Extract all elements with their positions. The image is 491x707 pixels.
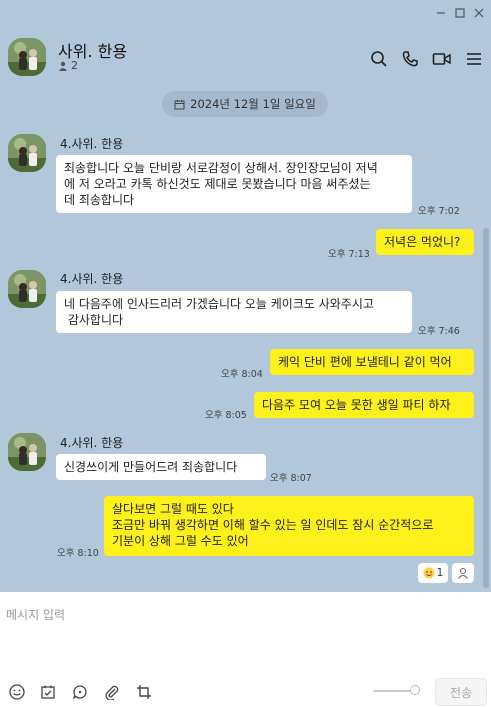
maximize-icon[interactable] (451, 5, 469, 21)
message-bubble[interactable]: 케익 단비 편에 보낼테니 같이 먹어 (270, 349, 474, 375)
smile-reaction-icon (423, 567, 435, 579)
message-bubble[interactable]: 살다보면 그럴 때도 있다 조금만 바꿔 생각하면 이해 할수 있는 일 인데도… (104, 496, 474, 556)
search-icon[interactable] (368, 48, 390, 70)
message-time: 오후 8:04 (221, 369, 263, 380)
message-bubble[interactable]: 다음주 모여 오늘 못한 생일 파티 하자 (254, 392, 474, 418)
message-time: 오후 8:05 (205, 410, 247, 421)
message-time: 오후 7:02 (418, 206, 460, 217)
emoji-icon[interactable] (7, 682, 27, 702)
message-bubble[interactable]: 저녁은 먹었니? (376, 229, 474, 255)
calendar-icon (174, 99, 185, 109)
slider-knob[interactable] (410, 685, 420, 695)
close-icon[interactable] (470, 5, 488, 21)
chat-bubble-icon[interactable] (70, 682, 90, 702)
reaction-badge[interactable]: 1 (418, 563, 448, 583)
scrollbar[interactable] (483, 228, 489, 588)
person-icon[interactable] (452, 563, 474, 583)
avatar[interactable] (8, 270, 46, 308)
date-divider: 2024년 12월 1일 일요일 (162, 91, 328, 117)
sender-name: 4.사위. 한용 (60, 436, 124, 450)
sender-name: 4.사위. 한용 (60, 137, 124, 151)
message-bubble[interactable]: 네 다음주에 인사드리러 가겠습니다 오늘 케이크도 사와주시고 감사합니다 (56, 291, 412, 333)
members-icon (59, 61, 67, 71)
calendar-check-icon[interactable] (38, 682, 58, 702)
message-time: 오후 7:13 (328, 249, 370, 260)
message-bubble[interactable]: 신경쓰이게 만들어드려 죄송합니다 (56, 454, 266, 480)
avatar[interactable] (8, 134, 46, 172)
message-bubble[interactable]: 죄송합니다 오늘 단비랑 서로감정이 상해서. 장인장모님이 저녁 에 저 오라… (56, 155, 412, 213)
sender-name: 4.사위. 한용 (60, 272, 124, 286)
paperclip-icon[interactable] (102, 682, 122, 702)
window-titlebar (0, 0, 491, 28)
crop-icon[interactable] (134, 682, 154, 702)
message-time: 오후 8:10 (57, 548, 99, 559)
phone-icon[interactable] (399, 48, 421, 70)
send-button[interactable]: 전송 (435, 678, 487, 706)
message-time: 오후 8:07 (270, 473, 312, 484)
member-count: 2 (58, 59, 78, 72)
avatar[interactable] (8, 433, 46, 471)
chat-header: 사위. 한용 2 (0, 28, 491, 86)
message-time: 오후 7:46 (418, 326, 460, 337)
message-input[interactable] (6, 604, 476, 626)
menu-icon[interactable] (463, 48, 485, 70)
video-call-icon[interactable] (431, 48, 453, 70)
avatar[interactable] (8, 38, 46, 76)
minimize-icon[interactable] (432, 5, 450, 21)
font-size-slider[interactable] (373, 690, 415, 692)
